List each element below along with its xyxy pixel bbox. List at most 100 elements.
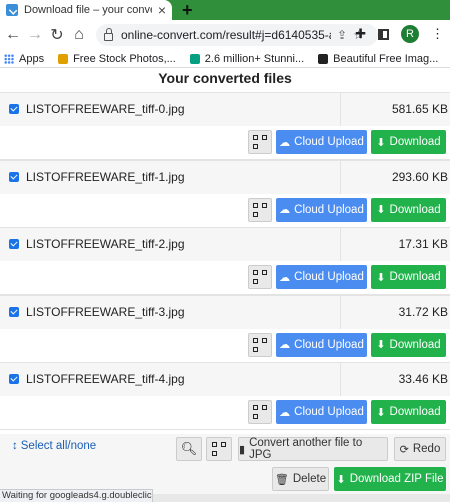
file-size: 293.60 KB <box>391 169 448 184</box>
file-checkbox[interactable] <box>9 239 19 249</box>
browser-toolbar: ← → ↻ ⌂ online-convert.com/result#j=d614… <box>0 20 450 50</box>
cloud-upload-icon: ☁ <box>279 339 291 351</box>
sort-arrow-icon: ↕ <box>12 440 18 452</box>
download-zip-button[interactable]: ⬇ Download ZIP File <box>334 467 446 491</box>
download-label: Download <box>389 406 441 418</box>
qr-code-button[interactable] <box>248 197 272 222</box>
download-favicon-icon <box>6 4 18 16</box>
forward-icon[interactable]: → <box>24 26 46 44</box>
download-icon: ⬇ <box>376 204 386 216</box>
new-tab-button[interactable]: + <box>182 0 193 20</box>
redo-icon: ⟳ <box>399 443 409 456</box>
convert-another-button[interactable]: ▮ Convert another file to JPG <box>238 437 388 461</box>
file-actions: ☁ Cloud Upload ⬇ Download <box>0 126 450 159</box>
menu-kebab-icon[interactable]: ⋮ <box>431 26 444 42</box>
share-icon[interactable]: ⇪ <box>337 28 347 42</box>
delete-label: Delete <box>292 473 327 485</box>
search-icon: 🔍︎ <box>180 441 198 456</box>
bookmark-label: Apps <box>19 52 45 65</box>
qr-code-button[interactable] <box>248 400 272 424</box>
bookmark-stunning[interactable]: 2.6 million+ Stunni... <box>189 52 305 65</box>
file-row: LISTOFFREEWARE_tiff-2.jpg 17.31 KB ☁ Clou… <box>0 227 450 295</box>
bookmark-beautiful-free-images[interactable]: Beautiful Free Imag... <box>318 53 438 65</box>
bookmark-label: 2.6 million+ Stunni... <box>204 52 305 65</box>
file-checkbox[interactable] <box>9 171 19 182</box>
download-button[interactable]: ⬇ Download <box>371 130 446 154</box>
file-icon: ▮ <box>239 443 246 456</box>
bookmark-free-stock-photos[interactable]: Free Stock Photos,... <box>58 53 176 65</box>
tab-close-icon[interactable]: × <box>158 2 166 18</box>
bookmarks-bar: Apps Free Stock Photos,... 2.6 million+ … <box>0 50 450 68</box>
file-name: LISTOFFREEWARE_tiff-1.jpg <box>26 169 185 184</box>
file-name: LISTOFFREEWARE_tiff-3.jpg <box>26 304 185 319</box>
bookmark-favicon-icon <box>318 53 329 64</box>
download-button[interactable]: ⬇ Download <box>371 400 446 424</box>
browser-tab[interactable]: Download file – your conversion × <box>0 0 172 20</box>
file-info: LISTOFFREEWARE_tiff-3.jpg 31.72 KB <box>0 294 450 330</box>
qr-code-button[interactable] <box>248 265 272 289</box>
file-info: LISTOFFREEWARE_tiff-2.jpg 17.31 KB <box>0 227 450 262</box>
delete-button[interactable]: 🗑︎ Delete <box>272 467 329 491</box>
cloud-upload-button[interactable]: ☁ Cloud Upload <box>276 130 367 154</box>
file-row: LISTOFFREEWARE_tiff-0.jpg 581.65 KB ☁ Clo… <box>0 92 450 160</box>
file-actions: ☁ Cloud Upload ⬇ Download <box>0 396 450 429</box>
file-info: LISTOFFREEWARE_tiff-4.jpg 33.46 KB <box>0 362 450 397</box>
profile-avatar[interactable]: R <box>401 25 419 43</box>
file-list: LISTOFFREEWARE_tiff-0.jpg 581.65 KB ☁ Clo… <box>0 92 450 430</box>
cloud-upload-icon: ☁ <box>279 271 291 284</box>
download-button[interactable]: ⬇ Download <box>371 265 446 289</box>
download-icon: ⬇ <box>376 339 386 351</box>
url-text[interactable]: online-convert.com/result#j=d6140535-ad.… <box>121 28 331 42</box>
download-label: Download <box>389 271 441 283</box>
file-size: 581.65 KB <box>391 102 448 116</box>
reload-icon[interactable]: ↻ <box>46 25 68 45</box>
cloud-upload-label: Cloud Upload <box>294 338 364 351</box>
cloud-upload-label: Cloud Upload <box>294 406 364 418</box>
download-icon: ⬇ <box>336 473 346 486</box>
bookmark-favicon-icon <box>189 53 200 64</box>
download-button[interactable]: ⬇ Download <box>371 332 446 357</box>
download-button[interactable]: ⬇ Download <box>371 197 446 222</box>
address-bar[interactable]: online-convert.com/result#j=d6140535-ad.… <box>96 24 378 46</box>
home-icon[interactable]: ⌂ <box>68 26 90 44</box>
sidebar-panel-icon[interactable] <box>378 28 389 40</box>
download-zip-label: Download ZIP File <box>349 473 444 485</box>
file-info: LISTOFFREEWARE_tiff-0.jpg 581.65 KB <box>0 92 450 127</box>
back-icon[interactable]: ← <box>2 26 24 44</box>
select-all-link[interactable]: ↕ Select all/none <box>12 440 96 452</box>
divider <box>340 93 341 127</box>
search-button[interactable]: 🔍︎ <box>176 437 202 461</box>
file-checkbox[interactable] <box>9 374 19 384</box>
divider <box>340 160 341 195</box>
redo-button[interactable]: ⟳ Redo <box>394 437 446 461</box>
cloud-upload-button[interactable]: ☁ Cloud Upload <box>276 400 367 424</box>
bookmark-label: Beautiful Free Imag... <box>333 52 439 65</box>
download-icon: ⬇ <box>376 136 386 149</box>
lock-icon[interactable] <box>104 27 113 41</box>
qr-code-all-button[interactable] <box>206 437 232 461</box>
download-icon: ⬇ <box>376 271 386 284</box>
convert-another-label: Convert another file to JPG <box>249 437 363 461</box>
cloud-upload-icon: ☁ <box>279 406 291 419</box>
cloud-upload-button[interactable]: ☁ Cloud Upload <box>276 265 367 289</box>
cloud-upload-button[interactable]: ☁ Cloud Upload <box>276 332 367 357</box>
qr-code-button[interactable] <box>248 130 272 154</box>
tab-strip: Download file – your conversion × + <box>0 0 450 20</box>
page-content: Your converted files LISTOFFREEWARE_tiff… <box>0 68 450 502</box>
cloud-upload-button[interactable]: ☁ Cloud Upload <box>276 197 367 222</box>
cloud-upload-icon: ☁ <box>279 204 291 216</box>
bookmark-apps[interactable]: Apps <box>4 53 44 65</box>
file-checkbox[interactable] <box>9 306 19 317</box>
cloud-upload-label: Cloud Upload <box>294 203 364 216</box>
file-checkbox[interactable] <box>9 104 19 114</box>
divider <box>340 295 341 330</box>
qr-code-button[interactable] <box>248 332 272 357</box>
file-row: LISTOFFREEWARE_tiff-3.jpg 31.72 KB ☁ Clou… <box>0 294 450 362</box>
qr-code-icon <box>253 135 267 149</box>
qr-code-icon <box>253 405 267 419</box>
extensions-puzzle-icon[interactable]: ✚ <box>355 26 366 42</box>
horizontal-scrollbar[interactable] <box>153 494 450 502</box>
cloud-upload-label: Cloud Upload <box>294 136 364 148</box>
cloud-upload-label: Cloud Upload <box>294 271 364 283</box>
bookmark-label: Free Stock Photos,... <box>73 52 176 65</box>
